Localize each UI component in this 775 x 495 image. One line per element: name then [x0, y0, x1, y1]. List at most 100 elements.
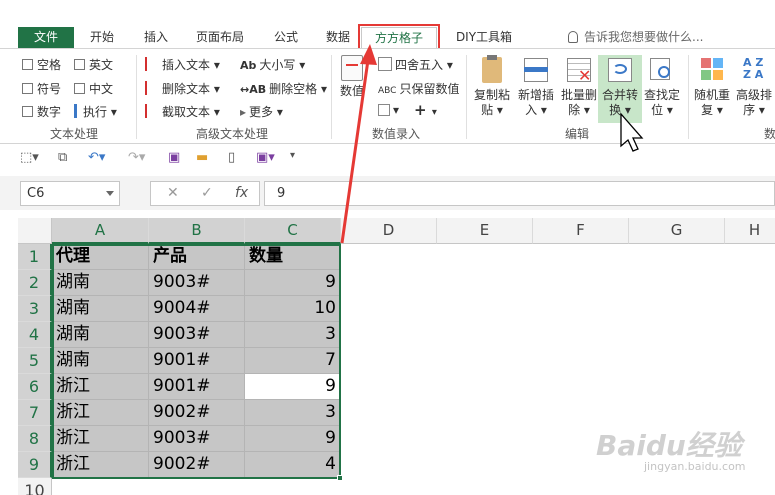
copy-icon[interactable]: ⧉ [58, 150, 67, 165]
row-header[interactable]: 6 [18, 374, 52, 400]
border-icon[interactable]: ⬚▾ [20, 150, 39, 165]
confirm-icon[interactable]: ✓ [201, 185, 213, 201]
execute-button[interactable]: 执行 ▾ [74, 103, 117, 120]
table-cell[interactable]: 7 [245, 348, 341, 374]
table-cell[interactable]: 湖南 [52, 322, 149, 348]
select-all-corner[interactable] [18, 218, 52, 244]
checkbox-english[interactable]: 英文 [74, 56, 113, 73]
row-header[interactable]: 9 [18, 452, 52, 478]
redo-icon[interactable]: ↷▾ [128, 150, 145, 165]
table-cell[interactable]: 浙江 [52, 426, 149, 452]
tab-page-layout[interactable]: 页面布局 [188, 27, 252, 48]
table-cell[interactable]: 9002# [149, 400, 245, 426]
open-folder-icon[interactable]: ▬ [196, 150, 208, 165]
row-header[interactable]: 5 [18, 348, 52, 374]
tab-diy-toolbox[interactable]: DIY工具箱 [446, 27, 522, 48]
formula-input[interactable]: 9 [264, 181, 775, 206]
advanced-sort-button[interactable]: A ZZ A 高级排序 ▾ [732, 55, 775, 118]
separator [688, 55, 689, 139]
cell-a1[interactable]: 代理 [52, 244, 149, 270]
table-cell[interactable]: 9 [245, 270, 341, 296]
row-header[interactable]: 10 [18, 478, 52, 495]
insert-text-button[interactable]: 插入文本 ▾ [145, 56, 220, 73]
cell-c1[interactable]: 数量 [245, 244, 341, 270]
save-icon[interactable]: ▣ [168, 150, 180, 165]
case-button[interactable]: Ab 大小写 ▾ [240, 56, 305, 73]
plus-button[interactable]: + ▾ [414, 101, 437, 119]
table-cell[interactable]: 湖南 [52, 348, 149, 374]
name-box[interactable]: C6 [20, 181, 120, 206]
row-header[interactable]: 7 [18, 400, 52, 426]
column-header-f[interactable]: F [533, 218, 629, 244]
table-cell[interactable]: 9003# [149, 270, 245, 296]
more-button[interactable]: ▸ 更多 ▾ [240, 103, 283, 120]
save-as-icon[interactable]: ▣▾ [256, 150, 275, 165]
fx-icon[interactable]: fx [235, 185, 248, 201]
table-cell[interactable]: 9003# [149, 426, 245, 452]
separator [136, 55, 137, 139]
table-cell[interactable]: 9002# [149, 452, 245, 478]
new-file-icon[interactable]: ▯ [228, 150, 235, 165]
tab-formulas[interactable]: 公式 [264, 27, 308, 48]
lightbulb-icon [568, 31, 578, 43]
tab-file[interactable]: 文件 [18, 27, 74, 48]
column-header-c[interactable]: C [245, 218, 341, 244]
numeric-button[interactable]: 数值 [334, 55, 370, 99]
checkbox-symbol[interactable]: 符号 [22, 80, 61, 97]
customize-toolbar-icon[interactable]: ▾ [290, 150, 295, 161]
table-cell[interactable]: 9001# [149, 348, 245, 374]
checkbox-number[interactable]: 数字 [22, 103, 61, 120]
tab-home[interactable]: 开始 [80, 27, 124, 48]
copy-paste-button[interactable]: 复制粘贴 ▾ [470, 55, 514, 118]
column-header-d[interactable]: D [341, 218, 437, 244]
table-cell[interactable]: 4 [245, 452, 341, 478]
column-header-a[interactable]: A [52, 218, 149, 244]
find-locate-button[interactable]: 查找定位 ▾ [640, 55, 684, 118]
row-header[interactable]: 8 [18, 426, 52, 452]
undo-icon[interactable]: ↶▾ [88, 150, 105, 165]
table-cell[interactable]: 9 [245, 426, 341, 452]
round-button[interactable]: 四舍五入 ▾ [378, 56, 453, 73]
cancel-icon[interactable]: ✕ [167, 185, 179, 201]
row-header[interactable]: 3 [18, 296, 52, 322]
active-cell-c6[interactable]: 9 [245, 374, 341, 400]
table-cell[interactable]: 湖南 [52, 270, 149, 296]
cell-b1[interactable]: 产品 [149, 244, 245, 270]
tell-me-text: 告诉我您想要做什么... [584, 30, 704, 44]
batch-delete-button[interactable]: ✕ 批量删除 ▾ [557, 55, 601, 118]
keep-value-button[interactable]: ABC 只保留数值 [378, 80, 459, 97]
table-cell[interactable]: 浙江 [52, 452, 149, 478]
new-insert-button[interactable]: 新增插入 ▾ [514, 55, 558, 118]
cut-text-button[interactable]: 截取文本 ▾ [145, 103, 220, 120]
delete-space-icon: ↔AB [240, 83, 267, 96]
column-header-b[interactable]: B [149, 218, 245, 244]
table-cell[interactable]: 浙江 [52, 400, 149, 426]
fill-handle[interactable] [337, 475, 343, 481]
tab-data[interactable]: 数据 [316, 27, 360, 48]
checkbox-space[interactable]: 空格 [22, 56, 61, 73]
edit-dropdown-button[interactable]: ▾ [378, 103, 399, 117]
merge-convert-button[interactable]: 合并转换 ▾ [598, 55, 642, 123]
table-cell[interactable]: 9001# [149, 374, 245, 400]
random-repeat-button[interactable]: 随机重复 ▾ [690, 55, 734, 118]
delete-text-button[interactable]: 删除文本 ▾ [145, 80, 220, 97]
tab-insert[interactable]: 插入 [134, 27, 178, 48]
checkbox-chinese[interactable]: 中文 [74, 80, 113, 97]
delete-space-button[interactable]: ↔AB 删除空格 ▾ [240, 80, 327, 97]
column-header-e[interactable]: E [437, 218, 533, 244]
cut-text-icon [145, 104, 159, 118]
column-header-g[interactable]: G [629, 218, 725, 244]
table-cell[interactable]: 浙江 [52, 374, 149, 400]
table-cell[interactable]: 9003# [149, 322, 245, 348]
tell-me-search[interactable]: 告诉我您想要做什么... [568, 27, 703, 48]
column-header-h[interactable]: H [725, 218, 775, 244]
table-cell[interactable]: 9004# [149, 296, 245, 322]
table-cell[interactable]: 3 [245, 322, 341, 348]
row-header[interactable]: 1 [18, 244, 52, 270]
table-cell[interactable]: 10 [245, 296, 341, 322]
row-header[interactable]: 2 [18, 270, 52, 296]
merge-icon [605, 55, 635, 85]
row-header[interactable]: 4 [18, 322, 52, 348]
table-cell[interactable]: 3 [245, 400, 341, 426]
table-cell[interactable]: 湖南 [52, 296, 149, 322]
